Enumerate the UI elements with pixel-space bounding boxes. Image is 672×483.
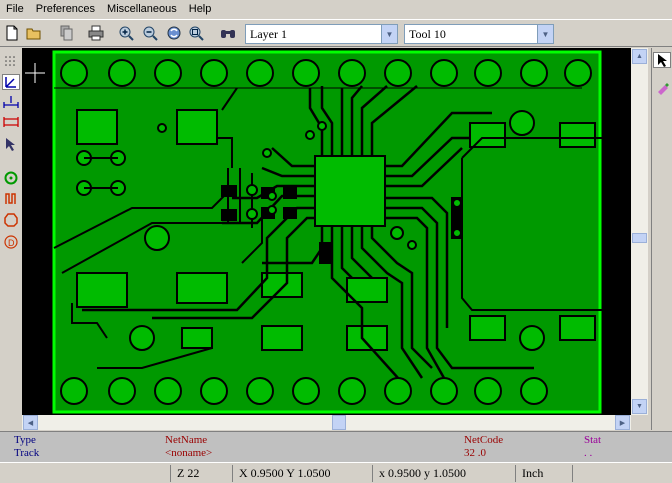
svg-text:D: D: [8, 238, 15, 248]
polar-coords-icon[interactable]: [2, 74, 20, 90]
absolute-coordinates: X 0.9500 Y 1.0500: [232, 465, 372, 482]
netcode-value: 32 .0: [464, 447, 486, 459]
horizontal-scroll-thumb[interactable]: [332, 415, 346, 430]
relative-coordinates: x 0.9500 y 1.0500: [372, 465, 515, 482]
chevron-down-icon[interactable]: ▼: [537, 25, 553, 43]
menu-bar: File Preferences Miscellaneous Help: [0, 0, 672, 18]
crosshair-cursor: [25, 63, 45, 83]
grid-icon[interactable]: [2, 54, 20, 70]
scroll-down-icon[interactable]: ▼: [632, 399, 647, 414]
left-toolbar: D: [0, 48, 22, 430]
scroll-left-icon[interactable]: ◀: [23, 415, 38, 430]
horizontal-scrollbar[interactable]: ◀ ▶: [22, 415, 631, 430]
type-header: Type: [14, 434, 36, 446]
stat-value: . .: [584, 447, 593, 459]
show-pads-icon[interactable]: [2, 170, 20, 186]
pcb-board: [25, 50, 602, 414]
show-polygons-icon[interactable]: [2, 212, 20, 228]
units-mm-icon[interactable]: [2, 114, 20, 130]
right-toolbar: [651, 48, 672, 430]
units-indicator: Inch: [515, 465, 572, 482]
item-info-panel: Type Track NetName <noname> NetCode 32 .…: [0, 431, 672, 462]
new-file-icon[interactable]: [2, 23, 22, 43]
zoom-fit-icon[interactable]: [186, 23, 206, 43]
tool-select[interactable]: Tool 10 ▼: [404, 24, 554, 44]
tool-select-value: Tool 10: [409, 26, 446, 41]
cursor-shape-icon[interactable]: [2, 136, 20, 152]
netcode-header: NetCode: [464, 434, 504, 446]
scroll-up-icon[interactable]: ▲: [632, 49, 647, 64]
status-bar: Z 22 X 0.9500 Y 1.0500 x 0.9500 y 1.0500…: [0, 462, 672, 483]
type-value: Track: [14, 447, 40, 459]
pcb-canvas[interactable]: [22, 48, 631, 415]
status-empty-field: [572, 465, 672, 482]
menu-miscellaneous[interactable]: Miscellaneous: [101, 0, 183, 18]
open-folder-icon[interactable]: [24, 23, 44, 43]
print-icon[interactable]: [86, 23, 106, 43]
vertical-scroll-thumb[interactable]: [632, 233, 647, 243]
vertical-scrollbar[interactable]: ▲ ▼: [631, 48, 648, 415]
copy-icon[interactable]: [56, 23, 76, 43]
show-dcodes-icon[interactable]: D: [2, 234, 20, 250]
layer-select[interactable]: Layer 1 ▼: [245, 24, 398, 44]
menu-file[interactable]: File: [0, 0, 30, 18]
find-icon[interactable]: [218, 23, 238, 43]
units-inch-icon[interactable]: [2, 94, 20, 110]
stat-header: Stat: [584, 434, 602, 446]
chevron-down-icon[interactable]: ▼: [381, 25, 397, 43]
scroll-right-icon[interactable]: ▶: [615, 415, 630, 430]
redraw-icon[interactable]: [164, 23, 184, 43]
zoom-level: Z 22: [170, 465, 232, 482]
layer-select-value: Layer 1: [250, 26, 287, 41]
menu-help[interactable]: Help: [183, 0, 218, 18]
zoom-out-icon[interactable]: [140, 23, 160, 43]
menu-preferences[interactable]: Preferences: [30, 0, 101, 18]
main-toolbar: Layer 1 ▼ Tool 10 ▼: [0, 19, 672, 47]
select-arrow-icon[interactable]: [653, 52, 671, 68]
zoom-in-icon[interactable]: [116, 23, 136, 43]
netname-header: NetName: [165, 434, 208, 446]
show-tracks-icon[interactable]: [2, 190, 20, 206]
netname-value: <noname>: [165, 447, 213, 459]
delete-item-icon[interactable]: [653, 80, 671, 96]
